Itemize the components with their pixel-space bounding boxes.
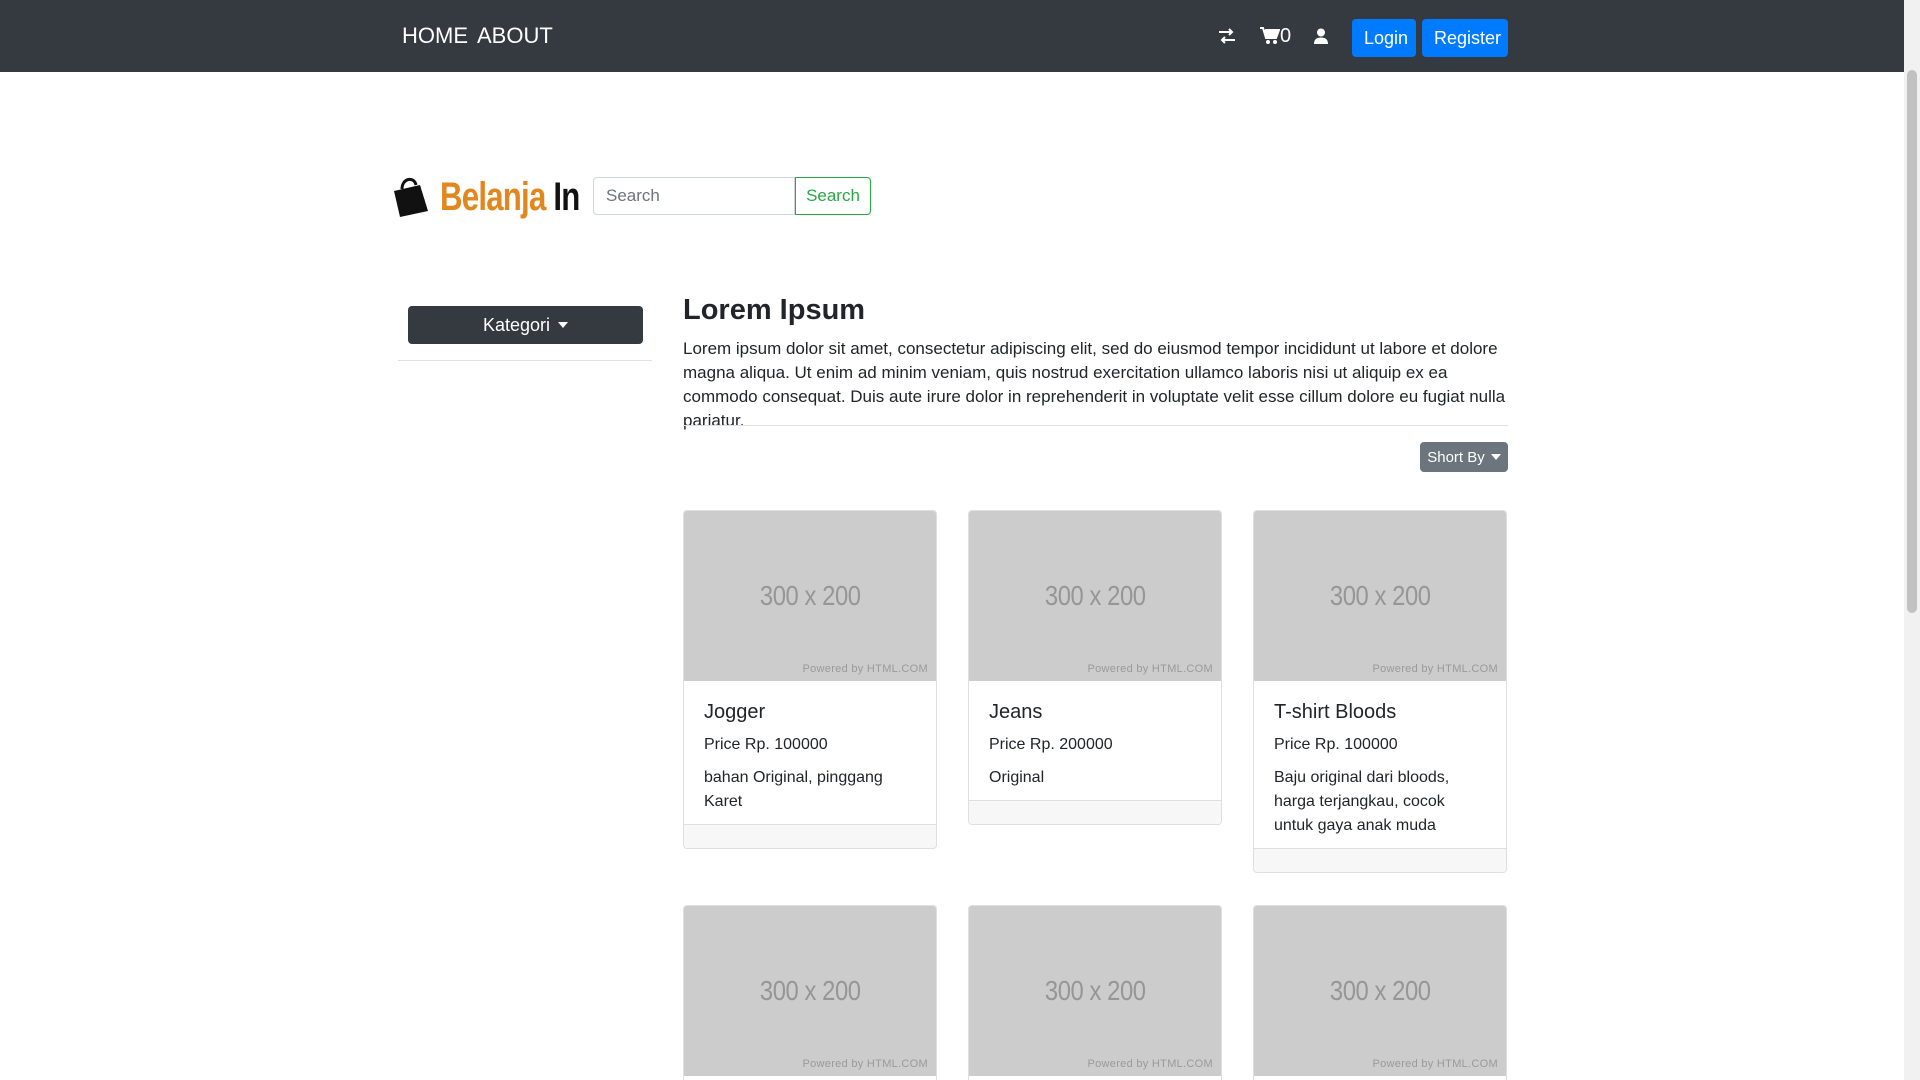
product-card[interactable]: 300 x 200 Powered by HTML.COM Jeans Pric… [968,510,1222,825]
product-image: 300 x 200 Powered by HTML.COM [969,511,1221,681]
product-price: Price Rp. 100000 [1274,736,1398,753]
product-card[interactable]: 300 x 200 Powered by HTML.COM [1253,905,1507,1080]
product-image: 300 x 200 Powered by HTML.COM [969,906,1221,1076]
product-description: Original [989,769,1045,786]
product-image: 300 x 200 Powered by HTML.COM [684,511,936,681]
kategori-dropdown[interactable]: Kategori [408,306,643,344]
scrollbar-thumb[interactable] [1907,70,1917,613]
product-title: T-shirt Bloods [1274,701,1397,723]
search-input[interactable] [593,177,795,215]
cart-icon[interactable]: 0 [1260,22,1291,50]
search-button[interactable]: Search [795,177,871,215]
product-image: 300 x 200 Powered by HTML.COM [684,906,936,1076]
product-card[interactable]: 300 x 200 Powered by HTML.COM Jogger Pri… [683,510,937,849]
compare-icon[interactable] [1218,22,1236,50]
caret-down-icon [558,322,569,328]
product-price: Price Rp. 100000 [704,736,828,753]
brand-name: Belanja In [440,174,580,219]
product-card[interactable]: 300 x 200 Powered by HTML.COM [968,905,1222,1080]
kategori-label: Kategori [482,314,551,335]
page-description: Lorem ipsum dolor sit amet, consectetur … [683,339,1506,430]
main-divider [683,425,1508,426]
nav-about-link[interactable]: ABOUT [477,23,553,49]
card-footer [684,824,936,848]
brand-logo[interactable]: Belanja In [392,172,619,222]
product-description: Baju original dari bloods, harga terjang… [1274,769,1450,834]
sidebar-divider [398,360,652,361]
register-button[interactable]: Register [1422,19,1508,57]
cart-count: 0 [1280,24,1292,47]
product-price: Price Rp. 200000 [989,736,1113,753]
caret-down-icon [1490,454,1501,460]
product-title: Jeans [989,701,1043,723]
sort-label: Short By [1427,448,1485,466]
product-card[interactable]: 300 x 200 Powered by HTML.COM [683,905,937,1080]
user-icon[interactable] [1314,22,1328,50]
product-description: bahan Original, pinggang Karet [704,769,883,810]
product-card[interactable]: 300 x 200 Powered by HTML.COM T-shirt Bl… [1253,510,1507,873]
product-image: 300 x 200 Powered by HTML.COM [1254,511,1506,681]
sort-by-dropdown[interactable]: Short By [1420,442,1508,472]
card-footer [1254,848,1506,872]
top-navbar: HOME ABOUT 0 Login Register [0,0,1904,72]
page-title: Lorem Ipsum [683,294,866,326]
page-scrollbar[interactable] [1904,0,1920,1080]
product-image: 300 x 200 Powered by HTML.COM [1254,906,1506,1076]
nav-home-link[interactable]: HOME [402,23,468,49]
login-button[interactable]: Login [1352,19,1416,57]
shopping-bag-icon [394,177,428,217]
card-footer [969,800,1221,824]
product-title: Jogger [704,701,766,723]
